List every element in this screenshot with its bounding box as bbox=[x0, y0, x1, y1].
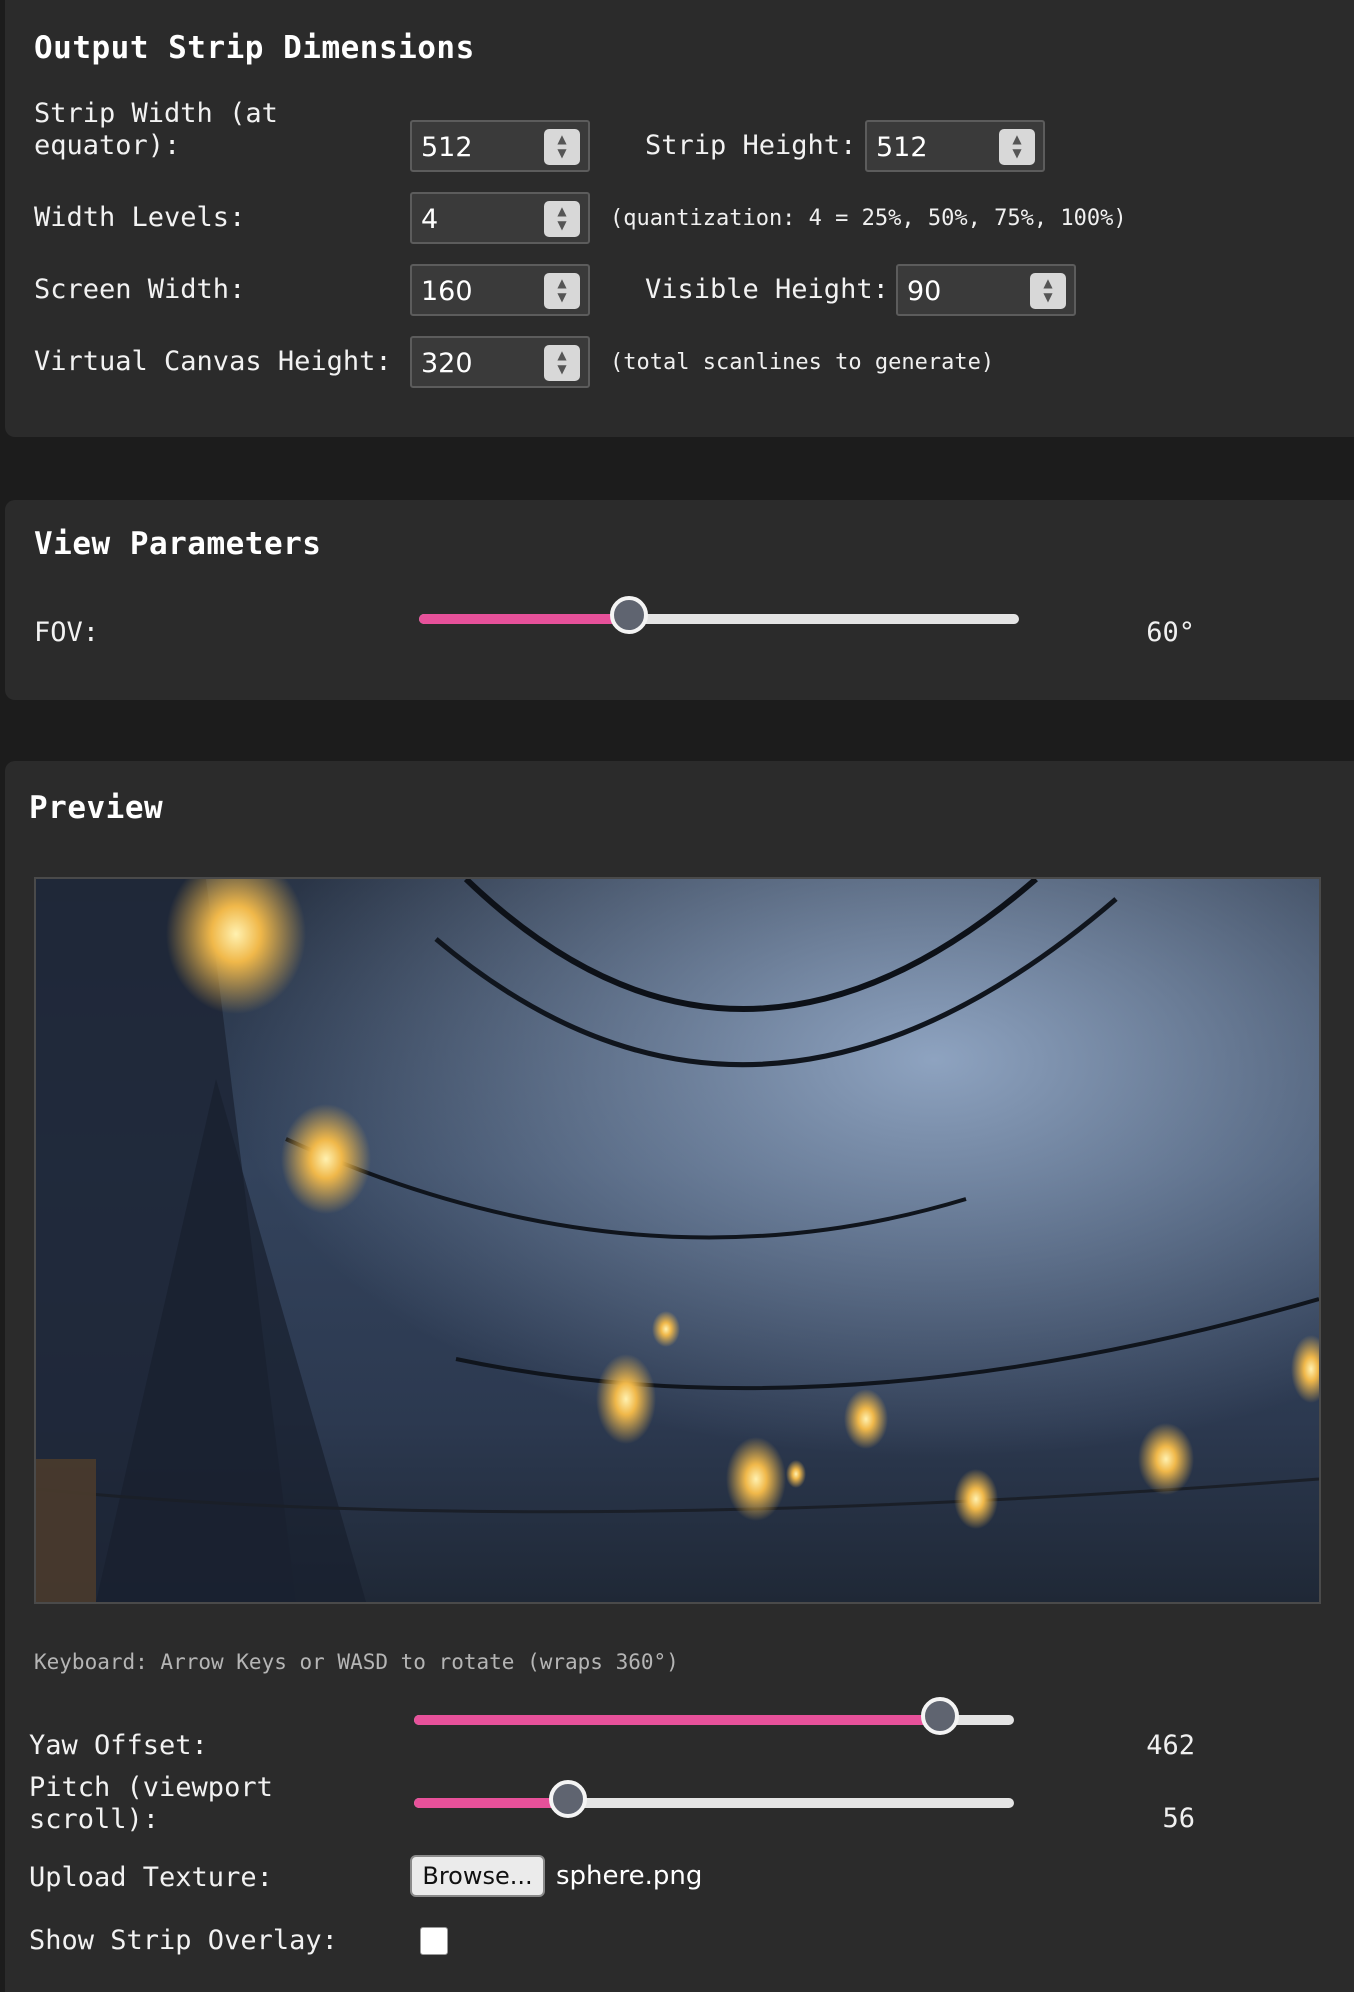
overlay-label: Show Strip Overlay: bbox=[29, 1925, 338, 1956]
yaw-slider[interactable] bbox=[414, 1697, 1014, 1735]
pitch-value: 56 bbox=[1162, 1803, 1195, 1834]
slider-thumb[interactable] bbox=[610, 596, 648, 634]
strip-width-input[interactable]: 512 ▲ ▼ bbox=[410, 120, 590, 172]
slider-fill bbox=[414, 1715, 941, 1725]
screen-width-input[interactable]: 160 ▲ ▼ bbox=[410, 264, 590, 316]
width-levels-note: (quantization: 4 = 25%, 50%, 75%, 100%) bbox=[610, 206, 1127, 231]
slider-thumb[interactable] bbox=[921, 1697, 960, 1735]
screen-width-value: 160 bbox=[421, 276, 473, 307]
spinner-icon[interactable]: ▲ ▼ bbox=[544, 129, 580, 165]
strip-width-label: Strip Width (at equator): bbox=[34, 98, 278, 161]
spinner-icon[interactable]: ▲ ▼ bbox=[544, 273, 580, 309]
slider-thumb[interactable] bbox=[549, 1780, 588, 1818]
strip-height-value: 512 bbox=[876, 132, 928, 163]
strip-width-value: 512 bbox=[421, 132, 473, 163]
spinner-icon[interactable]: ▲ ▼ bbox=[544, 345, 580, 381]
file-name: sphere.png bbox=[556, 1861, 703, 1891]
slider-fill bbox=[414, 1798, 569, 1808]
browse-button[interactable]: Browse... bbox=[410, 1855, 545, 1897]
section-title: Output Strip Dimensions bbox=[34, 30, 475, 66]
spinner-icon[interactable]: ▲ ▼ bbox=[544, 201, 580, 237]
yaw-value: 462 bbox=[1146, 1730, 1195, 1761]
spinner-icon[interactable]: ▲ ▼ bbox=[999, 129, 1035, 165]
upload-label: Upload Texture: bbox=[29, 1862, 273, 1893]
strip-height-label: Strip Height: bbox=[645, 130, 857, 161]
preview-canvas[interactable] bbox=[34, 877, 1321, 1604]
visible-height-input[interactable]: 90 ▲ ▼ bbox=[896, 264, 1076, 316]
width-levels-value: 4 bbox=[421, 204, 439, 235]
width-levels-label: Width Levels: bbox=[34, 202, 246, 233]
pitch-slider[interactable] bbox=[414, 1780, 1014, 1818]
visible-height-label: Visible Height: bbox=[645, 274, 889, 305]
fov-label: FOV: bbox=[34, 617, 100, 648]
width-levels-input[interactable]: 4 ▲ ▼ bbox=[410, 192, 590, 244]
section-title: View Parameters bbox=[34, 526, 322, 562]
keyboard-hint: Keyboard: Arrow Keys or WASD to rotate (… bbox=[34, 1650, 679, 1674]
output-dimensions-panel: Output Strip Dimensions Strip Width (at … bbox=[5, 0, 1354, 437]
section-title: Preview bbox=[29, 790, 164, 826]
slider-fill bbox=[419, 614, 629, 624]
strip-overlay-checkbox[interactable] bbox=[420, 1927, 448, 1955]
visible-height-value: 90 bbox=[907, 276, 942, 307]
fov-value: 60° bbox=[1146, 617, 1195, 648]
yaw-label: Yaw Offset: bbox=[29, 1730, 208, 1761]
preview-image bbox=[36, 879, 1319, 1602]
screen-width-label: Screen Width: bbox=[34, 274, 246, 305]
canvas-height-note: (total scanlines to generate) bbox=[610, 350, 995, 375]
fov-slider[interactable] bbox=[419, 596, 1019, 634]
canvas-height-label: Virtual Canvas Height: bbox=[34, 346, 392, 377]
canvas-height-input[interactable]: 320 ▲ ▼ bbox=[410, 336, 590, 388]
strip-height-input[interactable]: 512 ▲ ▼ bbox=[865, 120, 1045, 172]
canvas-height-value: 320 bbox=[421, 348, 473, 379]
pitch-label: Pitch (viewport scroll): bbox=[29, 1772, 273, 1835]
view-parameters-panel: View Parameters FOV: 60° bbox=[5, 500, 1354, 700]
spinner-icon[interactable]: ▲ ▼ bbox=[1030, 273, 1066, 309]
